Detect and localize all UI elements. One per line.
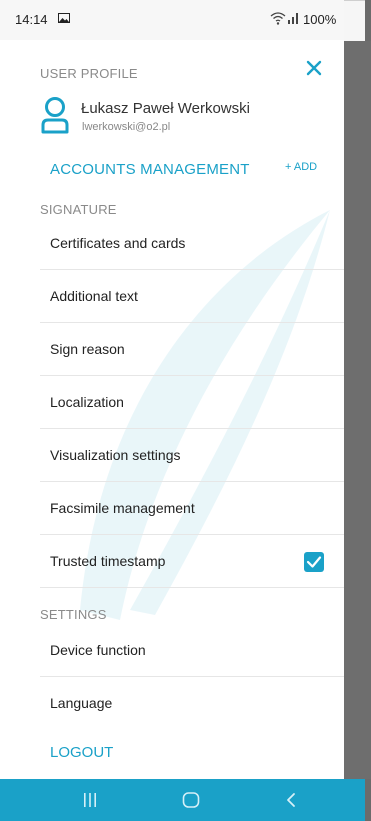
add-account-button[interactable]: + ADD [285,161,317,173]
navigation-drawer: 14:14 100% USER PROFILE Łukasz Paweł Wer… [0,0,344,779]
back-icon [287,793,295,807]
menu-item-trusted-timestamp[interactable]: Trusted timestamp [40,535,344,588]
status-bar: 14:14 100% [0,0,344,40]
home-button[interactable] [160,779,220,821]
settings-header: SETTINGS [40,607,107,622]
menu-item-language[interactable]: Language [40,677,344,730]
user-profile-header: USER PROFILE [40,66,138,81]
user-avatar-icon [41,97,69,134]
accounts-management-link[interactable]: ACCOUNTS MANAGEMENT [50,161,250,178]
user-name: Łukasz Paweł Werkowski [81,100,250,117]
back-button[interactable] [262,779,322,821]
drawer-scrim[interactable] [344,41,371,779]
battery-percent: 100% [303,12,337,27]
menu-item-sign-reason[interactable]: Sign reason [40,323,344,376]
logout-button[interactable]: LOGOUT [50,744,113,761]
user-email: lwerkowski@o2.pl [82,121,171,133]
wifi-icon [270,12,286,25]
checkmark-icon [306,556,322,568]
menu-item-device-function[interactable]: Device function [40,624,344,677]
menu-item-visualization-settings[interactable]: Visualization settings [40,429,344,482]
signature-menu: Certificates and cards Additional text S… [40,217,344,588]
close-icon[interactable] [305,59,323,77]
image-icon [58,13,70,23]
trusted-timestamp-checkbox[interactable] [304,552,324,572]
settings-menu: Device function Language [40,624,344,730]
home-icon [182,792,200,808]
menu-item-localization[interactable]: Localization [40,376,344,429]
recents-button[interactable] [60,779,120,821]
menu-item-facsimile-management[interactable]: Facsimile management [40,482,344,535]
signature-header: SIGNATURE [40,202,117,217]
recents-icon [84,793,96,807]
menu-item-certificates[interactable]: Certificates and cards [40,217,344,270]
status-time: 14:14 [15,12,48,27]
system-navigation-bar [0,779,365,821]
menu-item-additional-text[interactable]: Additional text [40,270,344,323]
signal-icon [288,13,298,24]
